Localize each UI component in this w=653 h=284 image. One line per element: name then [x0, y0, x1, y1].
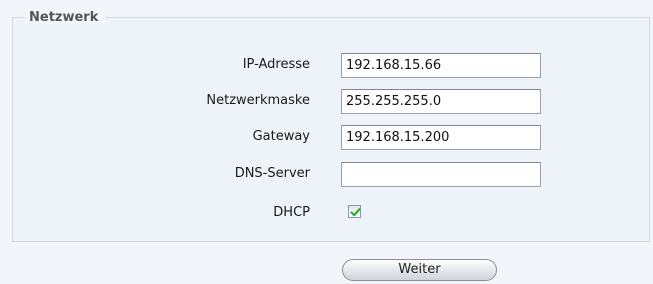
checkmark-icon [350, 208, 361, 217]
ip-address-row: IP-Adresse [13, 53, 649, 79]
fieldset-legend: Netzwerk [25, 10, 107, 26]
netmask-field[interactable] [341, 89, 541, 114]
dhcp-label: DHCP [273, 205, 310, 220]
dhcp-row: DHCP [13, 201, 649, 227]
gateway-label: Gateway [252, 129, 310, 144]
ip-address-field[interactable] [341, 53, 541, 78]
gateway-field[interactable] [341, 125, 541, 150]
dhcp-checkbox[interactable] [348, 205, 361, 218]
network-fieldset: Netzwerk IP-Adresse Netzwerkmaske Gatewa… [12, 10, 650, 242]
ip-address-label: IP-Adresse [242, 57, 310, 72]
weiter-button[interactable]: Weiter [342, 259, 497, 281]
netmask-row: Netzwerkmaske [13, 89, 649, 115]
dns-server-label: DNS-Server [234, 166, 310, 181]
gateway-row: Gateway [13, 125, 649, 151]
netmask-label: Netzwerkmaske [206, 93, 310, 108]
dns-server-row: DNS-Server [13, 162, 649, 188]
dns-server-field[interactable] [341, 162, 541, 187]
